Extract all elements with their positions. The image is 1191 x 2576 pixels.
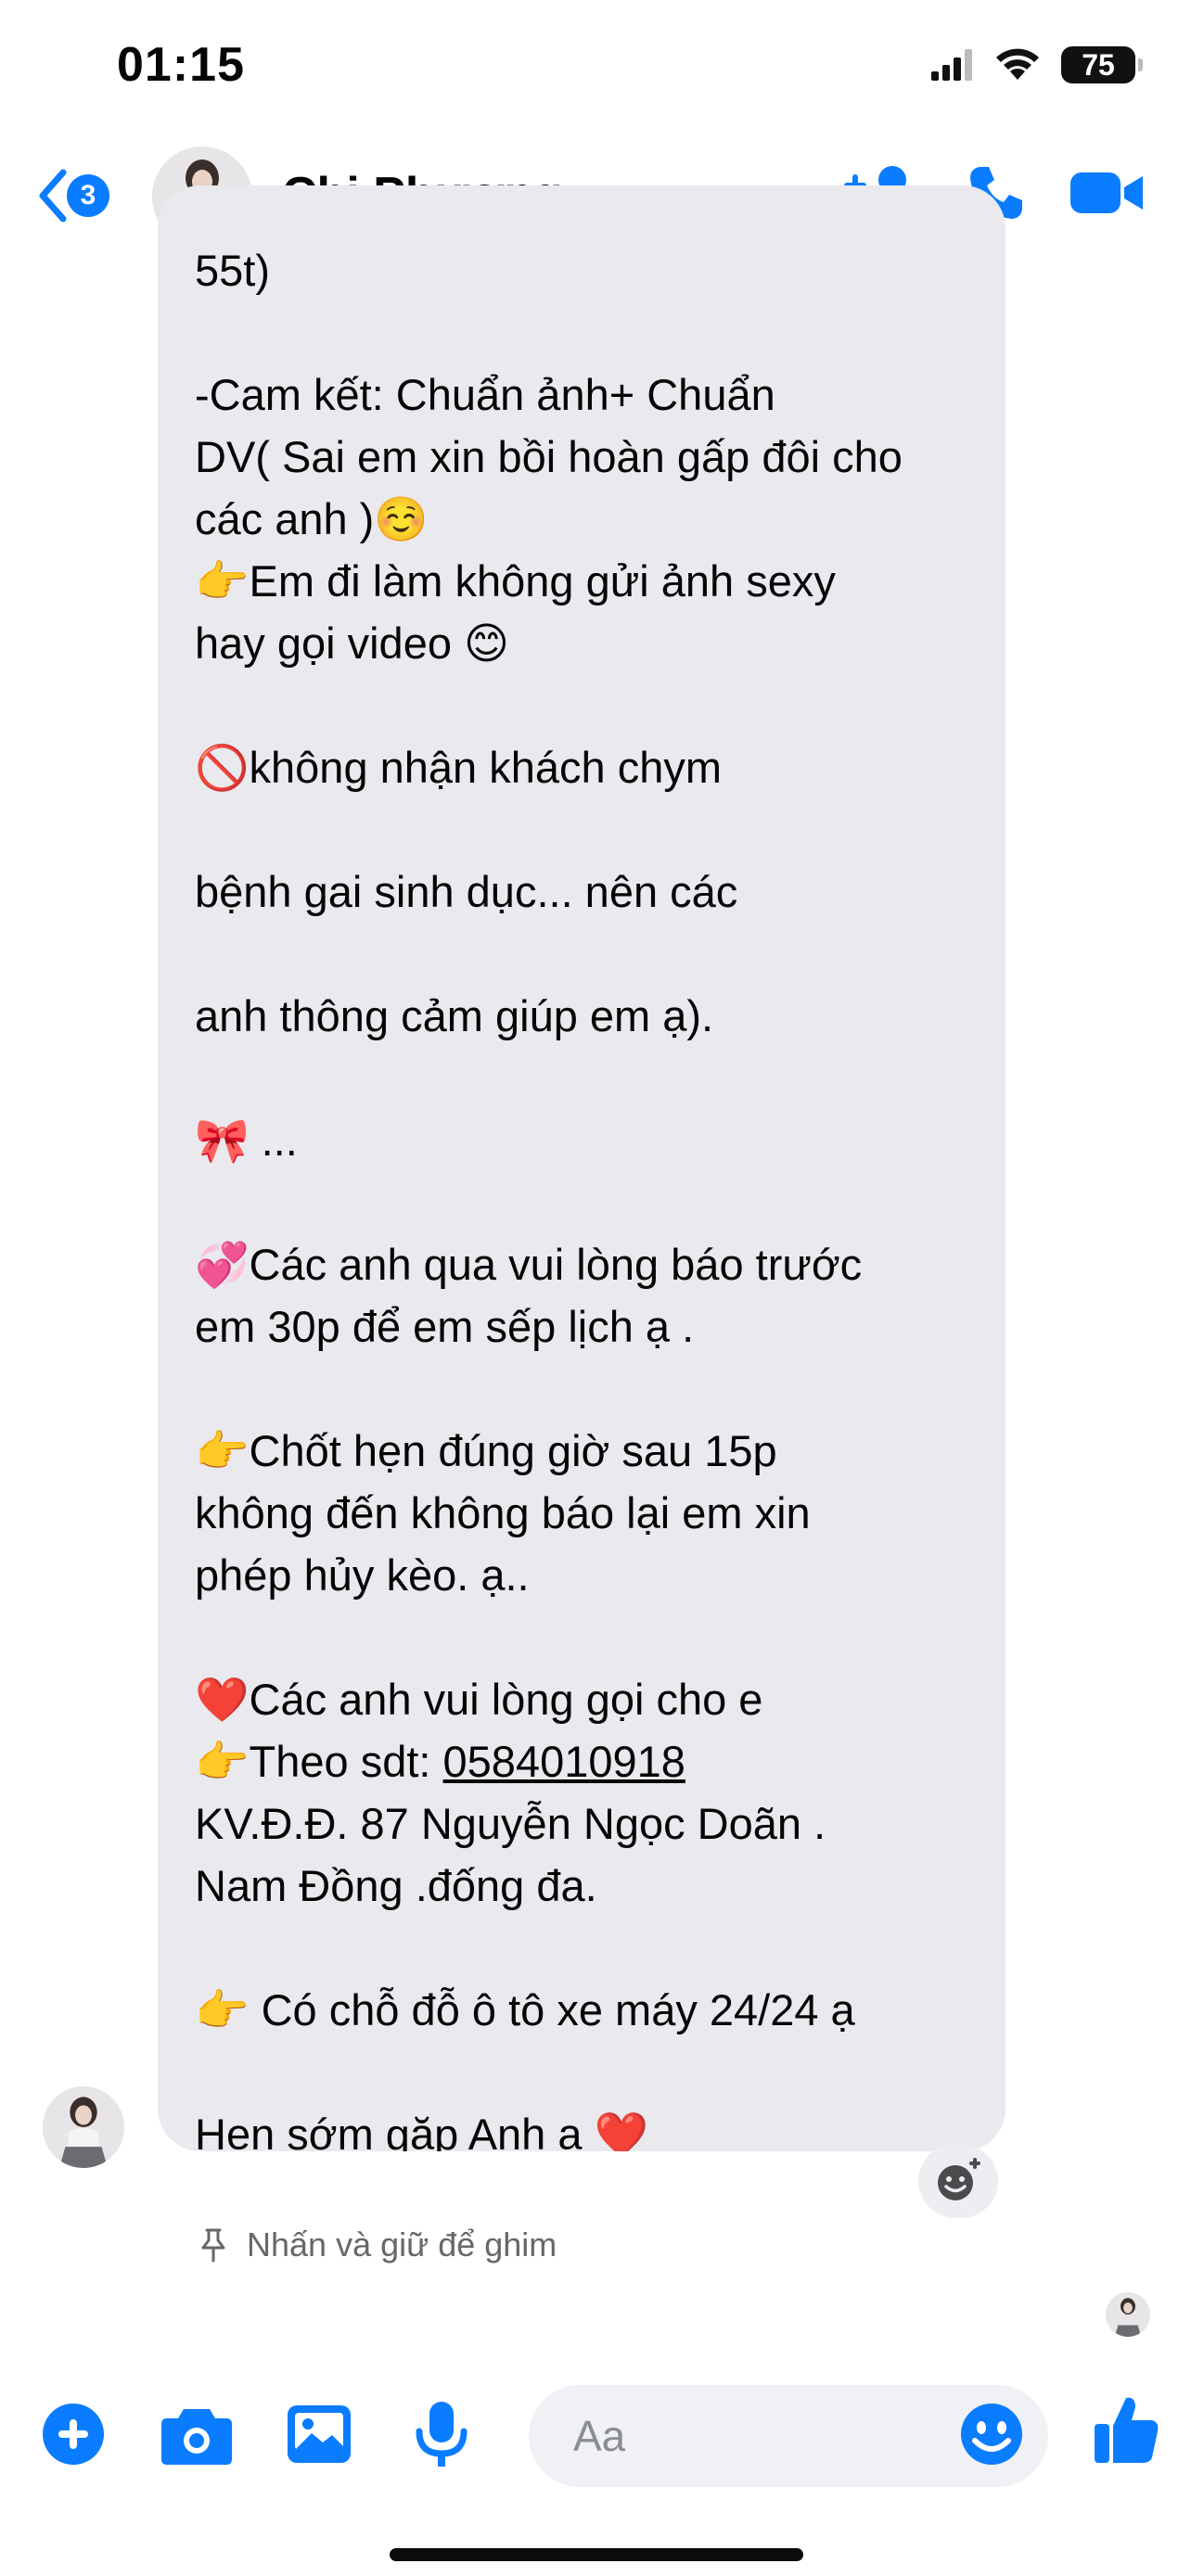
back-button[interactable]: 3 bbox=[33, 167, 109, 224]
message-line: em 30p để em sếp lịch ạ . bbox=[195, 1302, 695, 1351]
message-line: anh thông cảm giúp em ạ). bbox=[195, 991, 714, 1040]
seen-receipt-avatar bbox=[1106, 2292, 1150, 2337]
home-indicator[interactable] bbox=[390, 2548, 803, 2561]
avatar-image bbox=[43, 2086, 124, 2168]
message-line: Nam Đồng .đống đa. bbox=[195, 1861, 597, 1910]
camera-icon[interactable] bbox=[160, 2405, 234, 2467]
cellular-signal-icon bbox=[931, 49, 972, 81]
wifi-icon bbox=[996, 48, 1039, 80]
status-time: 01:15 bbox=[117, 38, 245, 92]
message-bubble[interactable]: 55t) -Cam kết: Chuẩn ảnh+ Chuẩn DV( Sai … bbox=[158, 185, 1005, 2151]
message-line: 🚫không nhận khách chym bbox=[195, 743, 723, 792]
avatar-image bbox=[1106, 2292, 1150, 2337]
message-line: 👉Chốt hẹn đúng giờ sau 15p bbox=[195, 1426, 777, 1475]
message-line: Hẹn sớm gặp Anh ạ ❤️ bbox=[195, 2110, 649, 2151]
pin-hint-text: Nhấn và giữ để ghim bbox=[247, 2225, 557, 2264]
message-line: KV.Đ.Đ. 87 Nguyễn Ngọc Doãn . bbox=[195, 1799, 826, 1848]
add-reaction-button[interactable] bbox=[918, 2144, 998, 2218]
message-line bbox=[195, 674, 968, 736]
react-icon bbox=[938, 2158, 980, 2200]
pin-icon bbox=[201, 2228, 225, 2263]
pin-hint: Nhấn và giữ để ghim bbox=[198, 2225, 557, 2264]
message-line: ❤️Các anh vui lòng gọi cho e bbox=[195, 1675, 763, 1724]
message-line: 👉Em đi làm không gửi ảnh sexy bbox=[195, 556, 836, 606]
message-line bbox=[195, 1358, 968, 1420]
emoji-icon[interactable] bbox=[959, 2402, 1024, 2467]
message-line bbox=[195, 301, 968, 363]
message-line-phone: 👉Theo sdt: 0584010918 bbox=[195, 1730, 968, 1792]
video-icon[interactable] bbox=[1070, 167, 1145, 219]
message-line: hay gọi video 😊 bbox=[195, 618, 510, 668]
message-line: 🎀 ... bbox=[195, 1116, 298, 1165]
thumbs-up-icon[interactable] bbox=[1093, 2392, 1159, 2467]
message-line: không đến không báo lại em xin bbox=[195, 1488, 811, 1537]
battery-indicator: 75 bbox=[1061, 46, 1143, 83]
message-line: bệnh gai sinh dục... nên các bbox=[195, 867, 738, 916]
message-line: 👉 Có chỗ đỗ ô tô xe máy 24/24 ạ bbox=[195, 1985, 855, 2034]
message-line: -Cam kết: Chuẩn ảnh+ Chuẩn bbox=[195, 370, 775, 419]
phone-link[interactable]: 0584010918 bbox=[443, 1737, 685, 1786]
plus-icon[interactable] bbox=[41, 2402, 106, 2467]
message-line: phép hủy kèo. ạ.. bbox=[195, 1550, 530, 1600]
phone-prefix: 👉Theo sdt: bbox=[195, 1737, 443, 1786]
message-line bbox=[195, 923, 968, 985]
back-chevron-icon bbox=[39, 169, 67, 223]
message-line bbox=[195, 1047, 968, 1109]
message-line: DV( Sai em xin bồi hoàn gấp đôi cho bbox=[195, 432, 903, 481]
message-line bbox=[195, 1171, 968, 1233]
message-line bbox=[195, 2041, 968, 2103]
message-line bbox=[195, 798, 968, 861]
message-composer: Aa bbox=[0, 2374, 1191, 2504]
message-line: 55t) bbox=[195, 246, 270, 295]
mic-icon[interactable] bbox=[414, 2400, 469, 2470]
image-icon[interactable] bbox=[286, 2404, 352, 2465]
unread-count-badge: 3 bbox=[67, 174, 109, 217]
message-line: các anh )☺️ bbox=[195, 494, 429, 543]
status-bar: 01:15 75 bbox=[0, 0, 1191, 139]
message-line: 💞Các anh qua vui lòng báo trước bbox=[195, 1240, 863, 1289]
message-line bbox=[195, 1606, 968, 1668]
sender-avatar[interactable] bbox=[43, 2086, 124, 2168]
message-line bbox=[195, 1917, 968, 1979]
